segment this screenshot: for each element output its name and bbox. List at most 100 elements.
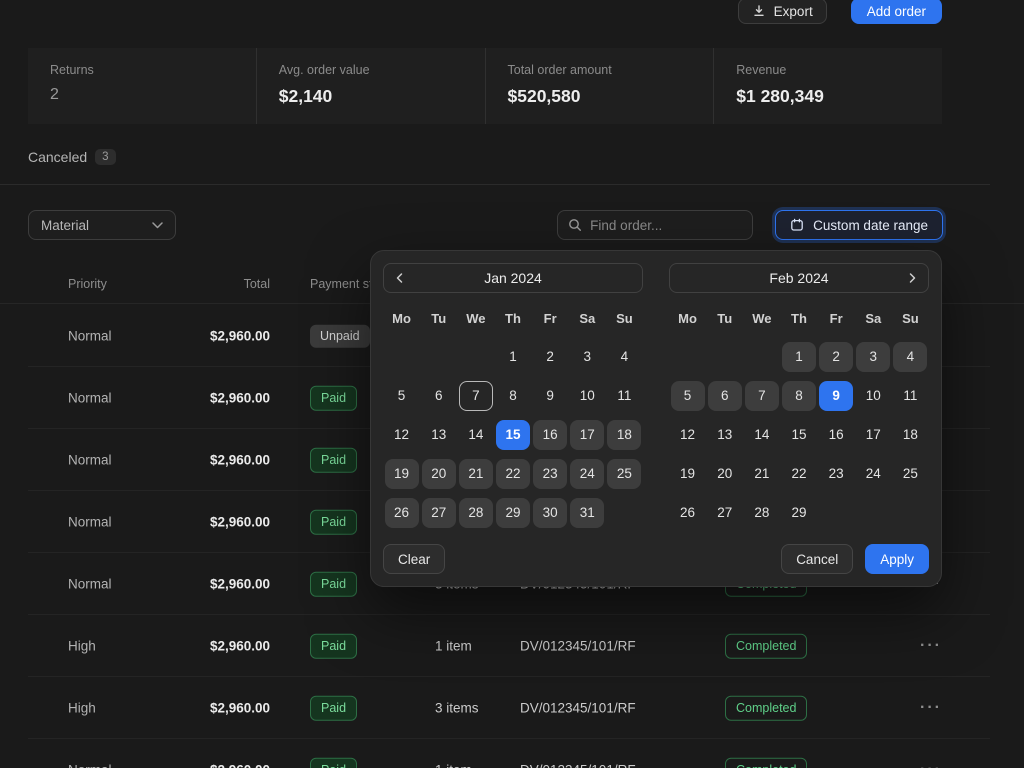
row-menu-icon[interactable]: ··· xyxy=(920,761,942,768)
prev-month-button[interactable] xyxy=(386,265,414,291)
stat-value: $1 280,349 xyxy=(736,86,942,107)
total-cell: $2,960.00 xyxy=(150,701,270,716)
day-cell[interactable]: 11 xyxy=(893,381,927,411)
day-cell[interactable]: 28 xyxy=(459,498,493,528)
day-cell[interactable]: 21 xyxy=(745,459,779,489)
payment-status-badge: Paid xyxy=(310,510,357,535)
day-cell[interactable]: 6 xyxy=(422,381,456,411)
clear-button[interactable]: Clear xyxy=(383,544,445,574)
add-order-button[interactable]: Add order xyxy=(851,0,942,24)
search-input[interactable] xyxy=(590,218,742,233)
day-cell[interactable]: 11 xyxy=(607,381,641,411)
day-cell[interactable]: 7 xyxy=(459,381,493,411)
day-cell[interactable]: 9 xyxy=(819,381,853,411)
day-cell[interactable]: 31 xyxy=(570,498,604,528)
day-cell[interactable]: 9 xyxy=(533,381,567,411)
day-cell[interactable]: 19 xyxy=(385,459,419,489)
day-cell[interactable]: 1 xyxy=(496,342,530,372)
day-cell[interactable]: 5 xyxy=(385,381,419,411)
table-row[interactable]: High$2,960.00Paid1 itemDV/012345/101/RFC… xyxy=(0,615,1024,677)
cancel-button[interactable]: Cancel xyxy=(781,544,853,574)
row-menu-icon[interactable]: ··· xyxy=(920,637,942,655)
next-month-button[interactable] xyxy=(898,265,926,291)
day-cell[interactable]: 21 xyxy=(459,459,493,489)
day-cell[interactable]: 29 xyxy=(782,498,816,528)
day-cell[interactable]: 10 xyxy=(856,381,890,411)
day-cell[interactable]: 17 xyxy=(856,420,890,450)
weekday-label: Fr xyxy=(532,307,569,331)
day-cell[interactable]: 24 xyxy=(570,459,604,489)
stat-label: Revenue xyxy=(736,63,942,77)
day-cell[interactable]: 13 xyxy=(708,420,742,450)
day-cell[interactable]: 17 xyxy=(570,420,604,450)
order-search xyxy=(557,210,753,240)
day-cell[interactable]: 20 xyxy=(708,459,742,489)
material-select[interactable]: Material xyxy=(28,210,176,240)
table-row[interactable]: Normal$2,960.00Paid1 itemDV/012345/101/R… xyxy=(0,739,1024,768)
date-range-popup: Jan 2024 Feb 2024 MoTuWeThFrSaSu 1234567… xyxy=(370,250,942,587)
stat-value: 2 xyxy=(50,86,256,104)
day-cell[interactable]: 22 xyxy=(496,459,530,489)
day-cell[interactable]: 14 xyxy=(745,420,779,450)
day-cell[interactable]: 26 xyxy=(385,498,419,528)
day-cell[interactable]: 4 xyxy=(893,342,927,372)
calendar-grids: MoTuWeThFrSaSu 1234567891011121314151617… xyxy=(383,293,929,532)
day-cell[interactable]: 29 xyxy=(496,498,530,528)
day-cell[interactable]: 7 xyxy=(745,381,779,411)
table-row[interactable]: High$2,960.00Paid3 itemsDV/012345/101/RF… xyxy=(0,677,1024,739)
day-cell[interactable]: 20 xyxy=(422,459,456,489)
day-cell[interactable]: 27 xyxy=(422,498,456,528)
day-cell[interactable]: 23 xyxy=(533,459,567,489)
day-cell-wrap: 5 xyxy=(383,376,420,415)
day-cell[interactable]: 15 xyxy=(496,420,530,450)
day-cell[interactable]: 3 xyxy=(856,342,890,372)
day-cell[interactable]: 25 xyxy=(607,459,641,489)
day-cell[interactable]: 8 xyxy=(496,381,530,411)
day-cell[interactable]: 2 xyxy=(533,342,567,372)
day-cell[interactable]: 14 xyxy=(459,420,493,450)
day-cell[interactable]: 16 xyxy=(819,420,853,450)
calendar-month-jan: MoTuWeThFrSaSu 1234567891011121314151617… xyxy=(383,293,643,532)
day-cell[interactable]: 27 xyxy=(708,498,742,528)
day-cell[interactable]: 30 xyxy=(533,498,567,528)
tab-canceled[interactable]: Canceled 3 xyxy=(28,149,116,165)
day-cell[interactable]: 2 xyxy=(819,342,853,372)
day-cell[interactable]: 13 xyxy=(422,420,456,450)
priority-cell: Normal xyxy=(68,329,112,344)
day-cell[interactable]: 1 xyxy=(782,342,816,372)
day-cell[interactable]: 23 xyxy=(819,459,853,489)
day-cell[interactable]: 22 xyxy=(782,459,816,489)
day-cell-wrap: 6 xyxy=(420,376,457,415)
items-cell: 1 item xyxy=(435,763,472,768)
order-number-cell: DV/012345/101/RF xyxy=(520,763,636,768)
day-cell[interactable]: 16 xyxy=(533,420,567,450)
day-cell-wrap: 21 xyxy=(743,454,780,493)
export-button[interactable]: Export xyxy=(738,0,827,24)
day-cell-wrap: 7 xyxy=(743,376,780,415)
day-cell[interactable]: 25 xyxy=(893,459,927,489)
day-cell[interactable]: 19 xyxy=(671,459,705,489)
custom-date-range-button[interactable]: Custom date range xyxy=(775,210,943,240)
day-cell[interactable]: 4 xyxy=(607,342,641,372)
day-cell[interactable]: 12 xyxy=(385,420,419,450)
day-cell[interactable]: 6 xyxy=(708,381,742,411)
day-cell[interactable]: 12 xyxy=(671,420,705,450)
stat-revenue: Revenue $1 280,349 xyxy=(713,48,942,124)
day-cell[interactable]: 15 xyxy=(782,420,816,450)
day-cell[interactable]: 24 xyxy=(856,459,890,489)
day-cell[interactable]: 18 xyxy=(607,420,641,450)
day-cell[interactable]: 28 xyxy=(745,498,779,528)
calendar-footer: Clear Cancel Apply xyxy=(383,544,929,574)
day-cell[interactable]: 18 xyxy=(893,420,927,450)
day-cell[interactable]: 5 xyxy=(671,381,705,411)
day-cell[interactable]: 26 xyxy=(671,498,705,528)
month-header-feb: Feb 2024 xyxy=(669,263,929,293)
day-cell[interactable]: 8 xyxy=(782,381,816,411)
row-menu-icon[interactable]: ··· xyxy=(920,699,942,717)
day-cell-wrap: 17 xyxy=(855,415,892,454)
date-range-label: Custom date range xyxy=(813,218,928,233)
apply-button[interactable]: Apply xyxy=(865,544,929,574)
day-cell[interactable]: 3 xyxy=(570,342,604,372)
day-cell[interactable]: 10 xyxy=(570,381,604,411)
day-cell-wrap: 25 xyxy=(892,454,929,493)
